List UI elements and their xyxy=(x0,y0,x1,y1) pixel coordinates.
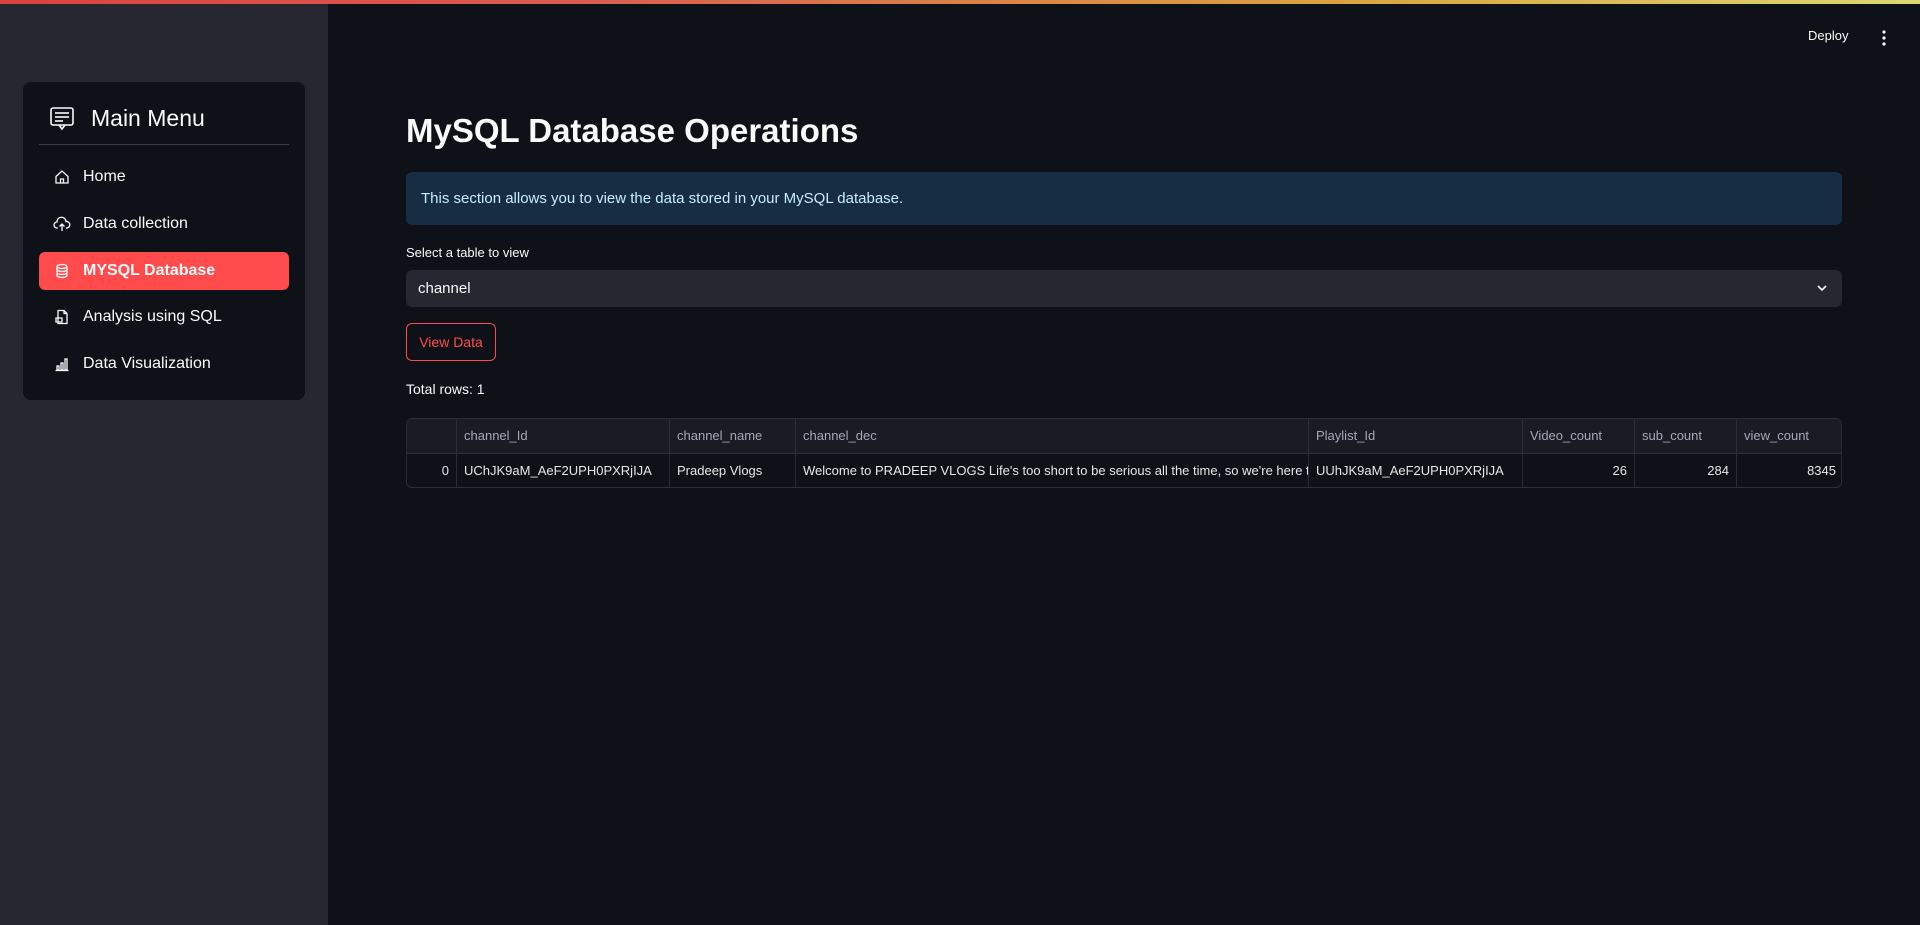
column-header[interactable] xyxy=(407,419,457,453)
table-cell[interactable]: 284 xyxy=(1635,454,1737,487)
table-cell[interactable]: Pradeep Vlogs xyxy=(670,454,796,487)
column-header[interactable]: channel_name xyxy=(670,419,796,453)
info-alert-text: This section allows you to view the data… xyxy=(421,190,904,207)
sidebar-item-data-visualization[interactable]: Data Visualization xyxy=(39,345,289,383)
sidebar-item-label: Data collection xyxy=(83,215,188,232)
view-data-button[interactable]: View Data xyxy=(406,323,496,361)
column-header[interactable]: channel_Id xyxy=(457,419,670,453)
main-menu: Main Menu Home Data collection MYSQL Dat… xyxy=(23,82,305,400)
menu-divider xyxy=(39,144,289,145)
table-row: 0 UChJK9aM_AeF2UPH0PXRjIJA Pradeep Vlogs… xyxy=(407,454,1841,487)
home-icon xyxy=(53,168,71,186)
sidebar-item-label: Data Visualization xyxy=(83,355,211,372)
bar-chart-icon xyxy=(53,355,71,373)
sidebar-item-label: Home xyxy=(83,168,126,185)
column-header[interactable]: Playlist_Id xyxy=(1309,419,1523,453)
table-cell-index[interactable]: 0 xyxy=(407,454,457,487)
select-table-label: Select a table to view xyxy=(406,245,529,260)
sidebar-item-data-collection[interactable]: Data collection xyxy=(39,205,289,243)
info-alert: This section allows you to view the data… xyxy=(406,172,1842,225)
sidebar-item-label: Analysis using SQL xyxy=(83,308,222,325)
deploy-button[interactable]: Deploy xyxy=(1808,28,1848,43)
total-rows-text: Total rows: 1 xyxy=(406,381,485,397)
chevron-down-icon xyxy=(1814,280,1830,296)
sidebar: Main Menu Home Data collection MYSQL Dat… xyxy=(0,4,328,925)
cloud-upload-icon xyxy=(53,215,71,233)
menu-title: Main Menu xyxy=(91,104,205,131)
table-cell[interactable]: UChJK9aM_AeF2UPH0PXRjIJA xyxy=(457,454,670,487)
file-sql-icon xyxy=(53,308,71,326)
menu-header: Main Menu xyxy=(49,100,299,136)
more-options-icon[interactable] xyxy=(1876,28,1892,48)
column-header[interactable]: sub_count xyxy=(1635,419,1737,453)
column-header[interactable]: Video_count xyxy=(1523,419,1635,453)
table-header-row: channel_Id channel_name channel_dec Play… xyxy=(407,419,1841,453)
database-icon xyxy=(53,262,71,280)
column-header[interactable]: channel_dec xyxy=(796,419,1309,453)
table-cell[interactable]: Welcome to PRADEEP VLOGS Life's too shor… xyxy=(796,454,1309,487)
table-select-value: channel xyxy=(418,280,471,297)
sidebar-item-home[interactable]: Home xyxy=(39,158,289,196)
table-cell[interactable]: UUhJK9aM_AeF2UPH0PXRjIJA xyxy=(1309,454,1523,487)
data-table[interactable]: channel_Id channel_name channel_dec Play… xyxy=(406,418,1842,488)
sidebar-item-label: MYSQL Database xyxy=(83,262,216,279)
table-select[interactable]: channel xyxy=(406,270,1842,307)
menu-card-icon xyxy=(49,105,75,131)
column-header[interactable]: view_count xyxy=(1737,419,1841,453)
page-title: MySQL Database Operations xyxy=(406,112,859,149)
table-cell[interactable]: 26 xyxy=(1523,454,1635,487)
table-cell[interactable]: 8345 xyxy=(1737,454,1841,487)
sidebar-item-mysql-database[interactable]: MYSQL Database xyxy=(39,252,289,290)
sidebar-item-analysis-using-sql[interactable]: Analysis using SQL xyxy=(39,298,289,336)
